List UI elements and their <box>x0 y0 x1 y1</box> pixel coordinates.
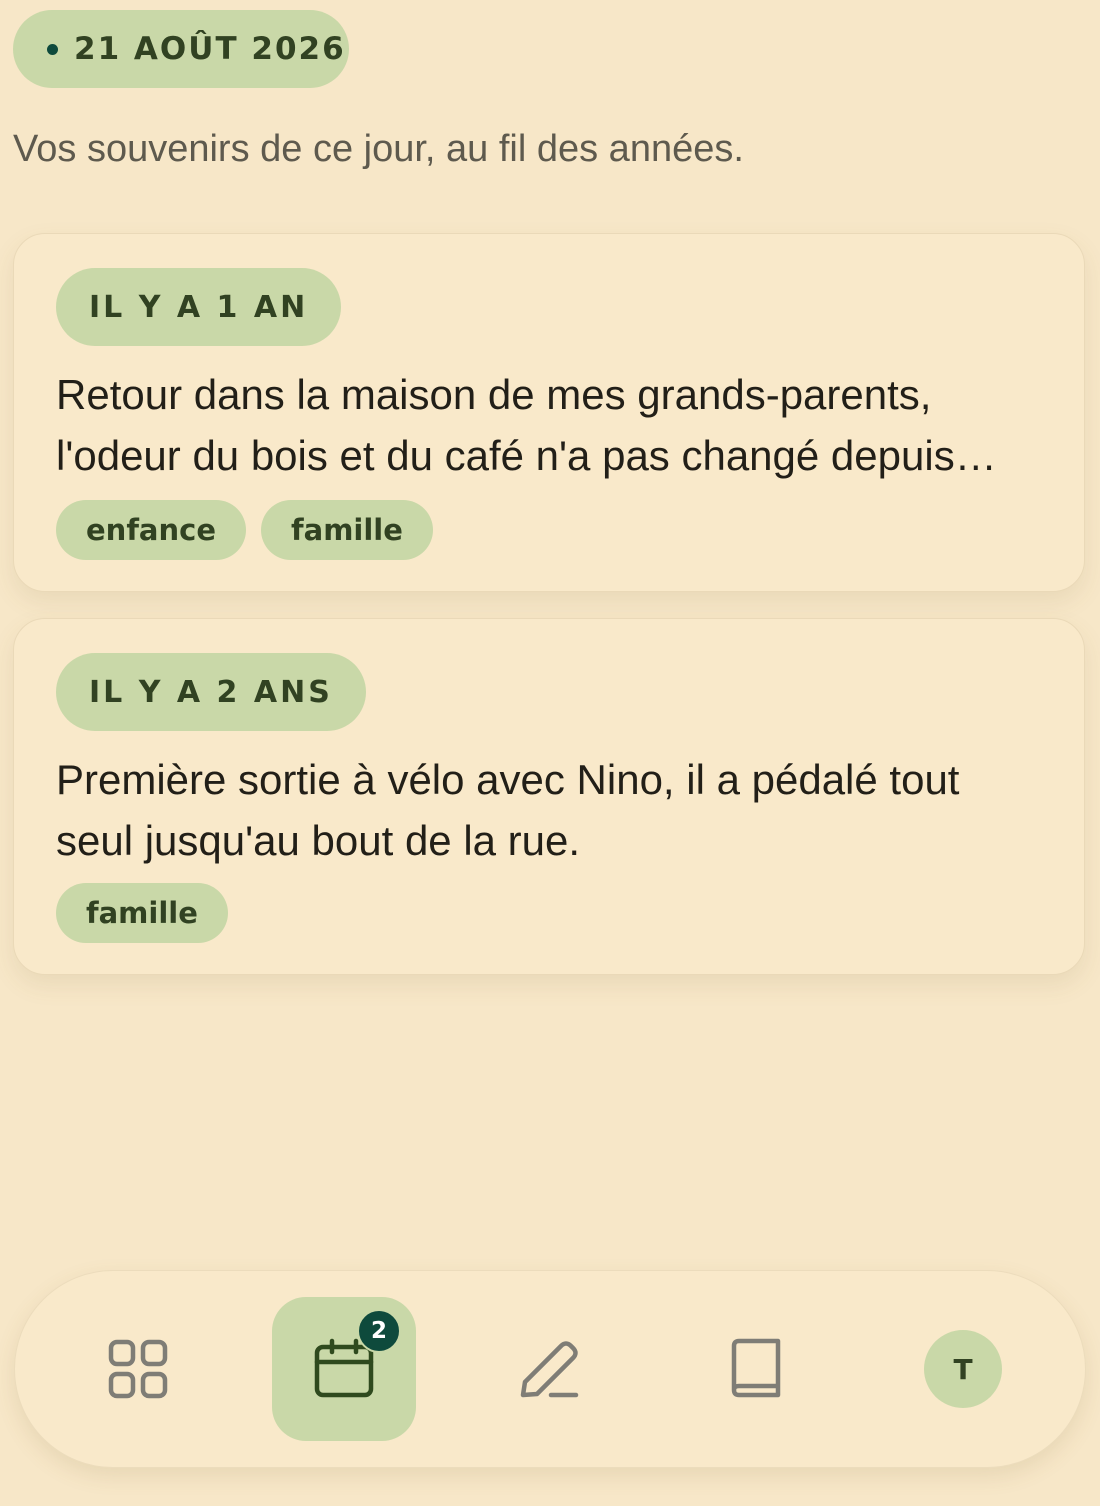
memory-age-label: IL Y A 2 ANS <box>56 653 366 731</box>
page-subtitle: Vos souvenirs de ce jour, au fil des ann… <box>13 128 744 170</box>
tag-famille[interactable]: famille <box>261 500 433 560</box>
memory-card[interactable]: IL Y A 1 AN Retour dans la maison de mes… <box>13 233 1085 592</box>
pencil-icon <box>520 1341 579 1398</box>
nav-calendar-button[interactable]: 2 <box>272 1297 416 1441</box>
book-icon <box>731 1338 781 1398</box>
memory-age-label: IL Y A 1 AN <box>56 268 342 346</box>
nav-home-button[interactable] <box>66 1297 210 1441</box>
bottom-nav: 2 T <box>14 1270 1086 1468</box>
nav-write-button[interactable] <box>478 1297 622 1441</box>
date-label: 21 AOÛT 2026 <box>74 31 346 67</box>
date-pill: 21 AOÛT 2026 <box>13 10 349 88</box>
grid-icon <box>108 1339 168 1399</box>
nav-journal-button[interactable] <box>684 1297 828 1441</box>
notification-badge: 2 <box>357 1309 401 1353</box>
nav-profile-button[interactable]: T <box>891 1297 1035 1441</box>
tag-enfance[interactable]: enfance <box>56 500 247 560</box>
memory-text: Retour dans la maison de mes grands-pare… <box>56 371 997 479</box>
avatar: T <box>924 1330 1002 1408</box>
memory-tags: famille <box>56 883 228 943</box>
memory-tags: enfance famille <box>56 500 433 560</box>
date-dot <box>47 43 58 55</box>
tag-famille[interactable]: famille <box>56 883 228 943</box>
memory-text: Première sortie à vélo avec Nino, il a p… <box>56 756 960 864</box>
memory-card[interactable]: IL Y A 2 ANS Première sortie à vélo avec… <box>13 618 1085 975</box>
